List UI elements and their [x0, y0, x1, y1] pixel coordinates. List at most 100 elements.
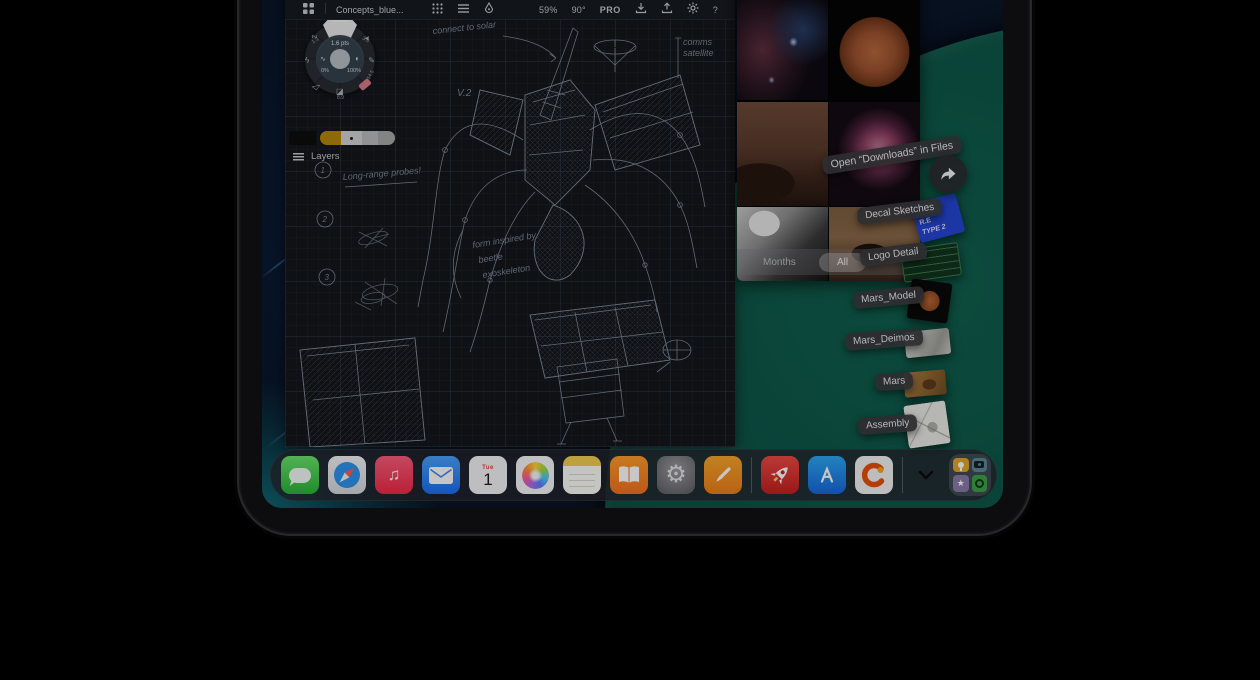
help-button[interactable]: ? [713, 5, 718, 15]
toolbar-divider [325, 3, 326, 14]
app-store-a-icon [815, 463, 839, 487]
books-app-icon[interactable] [610, 456, 648, 494]
stroke-size-value[interactable]: 1.6 pts [316, 41, 364, 47]
music-app-icon[interactable]: ♫ [375, 456, 413, 494]
lightbulb-icon [958, 462, 964, 468]
canvas-annotation: form inspired by [472, 230, 537, 250]
layers-panel-toggle[interactable]: Layers [293, 151, 340, 162]
open-book-icon [617, 465, 641, 485]
mail-app-icon[interactable] [422, 456, 460, 494]
rocket-icon [767, 462, 793, 488]
photo-mars-landscape[interactable] [737, 102, 828, 206]
ring-icon [975, 479, 984, 488]
green-ring-mini-icon [972, 475, 988, 493]
forward-arrow-icon [938, 164, 958, 184]
circled-number: 1 [321, 166, 325, 175]
pro-badge[interactable]: PRO [600, 5, 621, 15]
music-note-icon: ♫ [388, 465, 401, 485]
layers-stack-icon[interactable] [455, 1, 471, 15]
drop-action-badge [929, 155, 967, 193]
layers-menu-icon [293, 153, 304, 161]
gear-icon: ⚙ [665, 463, 687, 487]
concepts-app-icon[interactable] [855, 456, 893, 494]
wheel-center[interactable]: 1.6 pts ∿ ◐ 0% 100% [316, 35, 364, 83]
concepts-toolbar: Concepts_blue... 59% 90° PRO [285, 0, 735, 20]
swatch-dark-gray[interactable] [378, 131, 395, 145]
settings-app-icon[interactable]: ⚙ [657, 456, 695, 494]
ipad-device-frame: Concepts_blue... 59% 90° PRO [237, 0, 1032, 536]
dock: ♫ Tue 1 [270, 449, 997, 501]
compass-icon [332, 460, 362, 490]
photo-grid [737, 0, 920, 281]
canvas-rotation[interactable]: 90° [572, 5, 586, 15]
marketing-scene: Concepts_blue... 59% 90° PRO [0, 0, 1260, 680]
selected-swatch-dot [350, 137, 353, 140]
sketch-pen-app-icon[interactable] [704, 456, 742, 494]
ipad-screen: Concepts_blue... 59% 90° PRO [262, 0, 1003, 508]
settings-gear-icon[interactable] [685, 1, 701, 15]
gallery-grid-icon[interactable] [300, 1, 316, 15]
opacity-icon[interactable]: ◐ [355, 54, 360, 63]
layers-label: Layers [311, 151, 340, 162]
color-swatch-bar [289, 131, 395, 145]
speech-bubble-icon [289, 468, 311, 483]
pen-icon [711, 463, 735, 487]
opacity-min: 0% [321, 68, 329, 74]
drawing-canvas[interactable]: connect to solar comms satellite V.2 Lon… [285, 20, 735, 447]
zoom-level[interactable]: 59% [539, 5, 558, 15]
app-store-icon[interactable] [808, 456, 846, 494]
camera-icon [974, 461, 984, 468]
segment-size-label: 8.9 [337, 95, 344, 101]
brush-tool-wheel[interactable]: 1.6 ∿ ▴ ϟ ✎ ◿ ◪ 1.3 3.5 14.5 8.9 1.6 pts [305, 24, 375, 94]
suggested-apps-cluster[interactable]: ★ [949, 454, 991, 496]
chevron-down-icon [917, 469, 935, 481]
tips-mini-icon [953, 458, 969, 472]
swatch-black[interactable] [289, 131, 316, 145]
canvas-annotation: comms [683, 37, 712, 47]
dock-chevron-button[interactable] [912, 456, 940, 494]
canvas-annotation: connect to solar [432, 20, 497, 36]
segment-months[interactable]: Months [763, 257, 796, 268]
camera-mini-icon [972, 458, 988, 472]
dock-divider [902, 457, 903, 493]
canvas-annotation: Long-range probes! [342, 165, 422, 182]
document-title[interactable]: Concepts_blue... [336, 5, 404, 15]
canvas-annotation: beetle [478, 251, 504, 265]
star-icon: ★ [957, 478, 965, 489]
calendar-day: 1 [483, 471, 492, 488]
smoothing-icon[interactable]: ∿ [320, 55, 326, 63]
wheel-knob[interactable] [330, 49, 350, 69]
photo-mars-globe[interactable] [829, 0, 920, 100]
photos-app-window: Months All [737, 0, 920, 281]
pen-nib-icon[interactable] [481, 1, 497, 15]
calendar-app-icon[interactable]: Tue 1 [469, 456, 507, 494]
circled-number: 3 [325, 273, 330, 282]
note-lines [569, 473, 595, 487]
notes-app-icon[interactable] [563, 456, 601, 494]
safari-app-icon[interactable] [328, 456, 366, 494]
swatch-light-gray-selected[interactable] [341, 131, 362, 145]
swatch-gold[interactable] [320, 131, 341, 145]
export-share-icon[interactable] [659, 1, 675, 15]
opacity-max: 100% [347, 68, 361, 74]
messages-app-icon[interactable] [281, 456, 319, 494]
wire-pen-icon[interactable]: ϟ [305, 56, 309, 65]
canvas-annotation: V.2 [457, 88, 472, 99]
photo-horsehead-nebula[interactable] [737, 0, 828, 100]
rocket-app-icon[interactable] [761, 456, 799, 494]
import-icon[interactable] [633, 1, 649, 15]
canvas-annotation: exoskeleton [482, 263, 531, 280]
photos-app-icon[interactable] [516, 456, 554, 494]
envelope-icon [429, 467, 453, 484]
concepts-c-icon [859, 460, 889, 490]
dock-divider [751, 457, 752, 493]
flower-icon [522, 462, 549, 489]
star-mini-icon: ★ [953, 475, 969, 493]
concepts-app-window: Concepts_blue... 59% 90° PRO [285, 0, 735, 447]
swatch-gray[interactable] [362, 131, 378, 145]
marker-icon[interactable]: ✎ [368, 56, 375, 65]
circled-number: 2 [322, 215, 328, 224]
canvas-annotation: satellite [683, 48, 714, 58]
drag-label: Mars [875, 372, 914, 391]
dots-grid-icon[interactable] [429, 1, 445, 15]
